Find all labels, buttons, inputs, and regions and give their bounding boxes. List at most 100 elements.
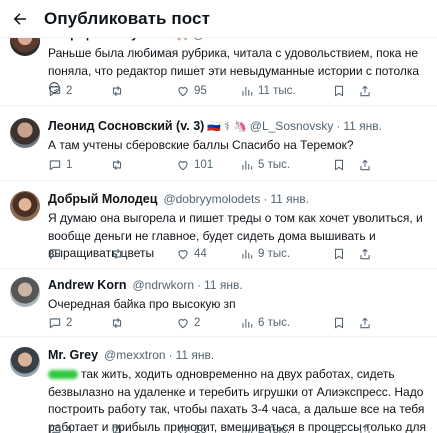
reply-post[interactable]: Andrew Korn @ndrwkorn · 11 янв. Очередна… bbox=[0, 269, 437, 337]
back-button[interactable] bbox=[2, 1, 38, 37]
like-button[interactable]: 95 bbox=[176, 82, 207, 100]
bar-chart-icon bbox=[242, 425, 253, 433]
views-button[interactable]: 5 тыс. bbox=[240, 156, 290, 174]
author-badges: 🇷🇺 ⚕ 🦄 bbox=[207, 120, 247, 133]
avatar[interactable] bbox=[10, 277, 40, 307]
retweet-icon bbox=[112, 317, 122, 329]
author-handle[interactable]: @mexxtron bbox=[104, 348, 166, 362]
like-count: 101 bbox=[194, 159, 214, 171]
bookmark-button[interactable] bbox=[332, 82, 346, 100]
reply-button[interactable]: 1 bbox=[48, 156, 72, 174]
bookmark-icon bbox=[334, 248, 344, 260]
views-button[interactable]: 9 тыс. bbox=[240, 245, 290, 263]
bar-chart-icon bbox=[242, 318, 253, 328]
like-button[interactable]: 15 bbox=[176, 421, 207, 433]
like-button[interactable]: 2 bbox=[176, 314, 200, 332]
reply-button[interactable] bbox=[48, 245, 66, 263]
like-button[interactable]: 101 bbox=[176, 156, 213, 174]
retweet-button[interactable] bbox=[110, 156, 128, 174]
share-button[interactable] bbox=[358, 421, 372, 433]
speech-bubble-icon bbox=[49, 318, 61, 329]
reply-button[interactable]: 2 bbox=[48, 82, 72, 100]
post-meta: Леонид Сосновский (v. 3) 🇷🇺 ⚕ 🦄 @L_Sosno… bbox=[48, 118, 427, 134]
share-button[interactable] bbox=[358, 82, 372, 100]
post-time[interactable]: 11 янв. bbox=[176, 348, 215, 362]
retweet-button[interactable] bbox=[110, 245, 128, 263]
share-icon bbox=[360, 248, 370, 260]
top-bar: Опубликовать пост bbox=[0, 0, 437, 38]
like-count: 44 bbox=[194, 248, 207, 260]
author-name[interactable]: Mr. Grey bbox=[48, 348, 98, 362]
share-button[interactable] bbox=[358, 314, 372, 332]
share-button[interactable] bbox=[358, 156, 372, 174]
bookmark-button[interactable] bbox=[332, 156, 346, 174]
avatar[interactable] bbox=[10, 347, 40, 377]
reply-post[interactable]: Леонид Сосновский (v. 3) 🇷🇺 ⚕ 🦄 @L_Sosno… bbox=[0, 106, 437, 181]
views-count: 11 тыс. bbox=[258, 85, 296, 97]
page-title: Опубликовать пост bbox=[44, 8, 211, 28]
separator-dot: · bbox=[263, 192, 268, 206]
bookmark-icon bbox=[334, 85, 344, 97]
action-bar: 44 9 тыс. bbox=[48, 245, 428, 263]
reply-post[interactable]: Mr. Grey @mexxtron · 11 янв. так жить, х… bbox=[0, 337, 437, 433]
reply-post[interactable]: Добрый Молодец @dobryymolodets · 11 янв.… bbox=[0, 181, 437, 269]
post-text: А там учтены сберовские баллы Спасибо на… bbox=[48, 138, 354, 152]
author-handle[interactable]: @L_Sosnovsky bbox=[250, 119, 334, 133]
post-time[interactable]: 11 янв. bbox=[270, 192, 309, 206]
avatar[interactable] bbox=[10, 191, 40, 221]
speech-bubble-icon bbox=[49, 86, 61, 97]
like-count: 15 bbox=[194, 424, 207, 433]
reply-count: 2 bbox=[66, 317, 73, 329]
speech-bubble-icon bbox=[49, 425, 61, 433]
share-icon bbox=[360, 424, 370, 433]
views-button[interactable]: 2 тыс. bbox=[240, 421, 290, 433]
author-handle[interactable]: @ndrwkorn bbox=[132, 278, 194, 292]
bookmark-button[interactable] bbox=[332, 245, 346, 263]
views-button[interactable]: 11 тыс. bbox=[240, 82, 296, 100]
post-time[interactable]: 11 янв. bbox=[204, 278, 243, 292]
like-button[interactable]: 44 bbox=[176, 245, 207, 263]
bar-chart-icon bbox=[242, 160, 253, 170]
action-bar: 1 101 5 тыс. bbox=[48, 156, 428, 174]
replies-feed: пиарщик на пуантах 🩰 @Svetanv · 11 янв. … bbox=[0, 14, 437, 433]
views-button[interactable]: 6 тыс. bbox=[240, 314, 290, 332]
speech-bubble-icon bbox=[49, 160, 61, 171]
author-name[interactable]: Леонид Сосновский (v. 3) bbox=[48, 119, 204, 133]
post-content: Леонид Сосновский (v. 3) 🇷🇺 ⚕ 🦄 @L_Sosno… bbox=[48, 118, 427, 155]
separator-dot: · bbox=[168, 348, 173, 362]
retweet-icon bbox=[112, 248, 122, 260]
heart-icon bbox=[178, 87, 188, 97]
post-meta: Mr. Grey @mexxtron · 11 янв. bbox=[48, 347, 427, 363]
retweet-button[interactable] bbox=[110, 421, 128, 433]
avatar[interactable] bbox=[10, 118, 40, 148]
share-button[interactable] bbox=[358, 245, 372, 263]
author-name[interactable]: Добрый Молодец bbox=[48, 192, 157, 206]
separator-dot: · bbox=[197, 278, 202, 292]
arrow-left-icon bbox=[13, 12, 26, 25]
reply-count: 2 bbox=[66, 85, 73, 97]
separator-dot: · bbox=[336, 119, 341, 133]
action-bar: 4 15 2 тыс. bbox=[48, 421, 428, 433]
share-icon bbox=[360, 159, 370, 171]
author-name[interactable]: Andrew Korn bbox=[48, 278, 126, 292]
views-count: 5 тыс. bbox=[258, 159, 291, 171]
redacted-text bbox=[48, 370, 78, 380]
retweet-button[interactable] bbox=[110, 314, 128, 332]
post-time[interactable]: 11 янв. bbox=[343, 119, 382, 133]
post-page: Опубликовать пост пиарщик на пуантах 🩰 @… bbox=[0, 0, 437, 433]
bookmark-button[interactable] bbox=[332, 314, 346, 332]
action-bar: 2 95 11 тыс. bbox=[48, 82, 428, 100]
views-count: 2 тыс. bbox=[258, 424, 291, 433]
author-handle[interactable]: @dobryymolodets bbox=[163, 192, 260, 206]
bookmark-icon bbox=[334, 159, 344, 171]
bookmark-button[interactable] bbox=[332, 421, 346, 433]
retweet-button[interactable] bbox=[110, 82, 128, 100]
share-icon bbox=[360, 85, 370, 97]
reply-button[interactable]: 2 bbox=[48, 314, 72, 332]
share-icon bbox=[360, 317, 370, 329]
heart-icon bbox=[178, 426, 188, 433]
post-meta: Andrew Korn @ndrwkorn · 11 янв. bbox=[48, 277, 427, 293]
bookmark-icon bbox=[334, 317, 344, 329]
reply-button[interactable]: 4 bbox=[48, 421, 72, 433]
post-text: Очередная байка про высокую зп bbox=[48, 297, 236, 311]
